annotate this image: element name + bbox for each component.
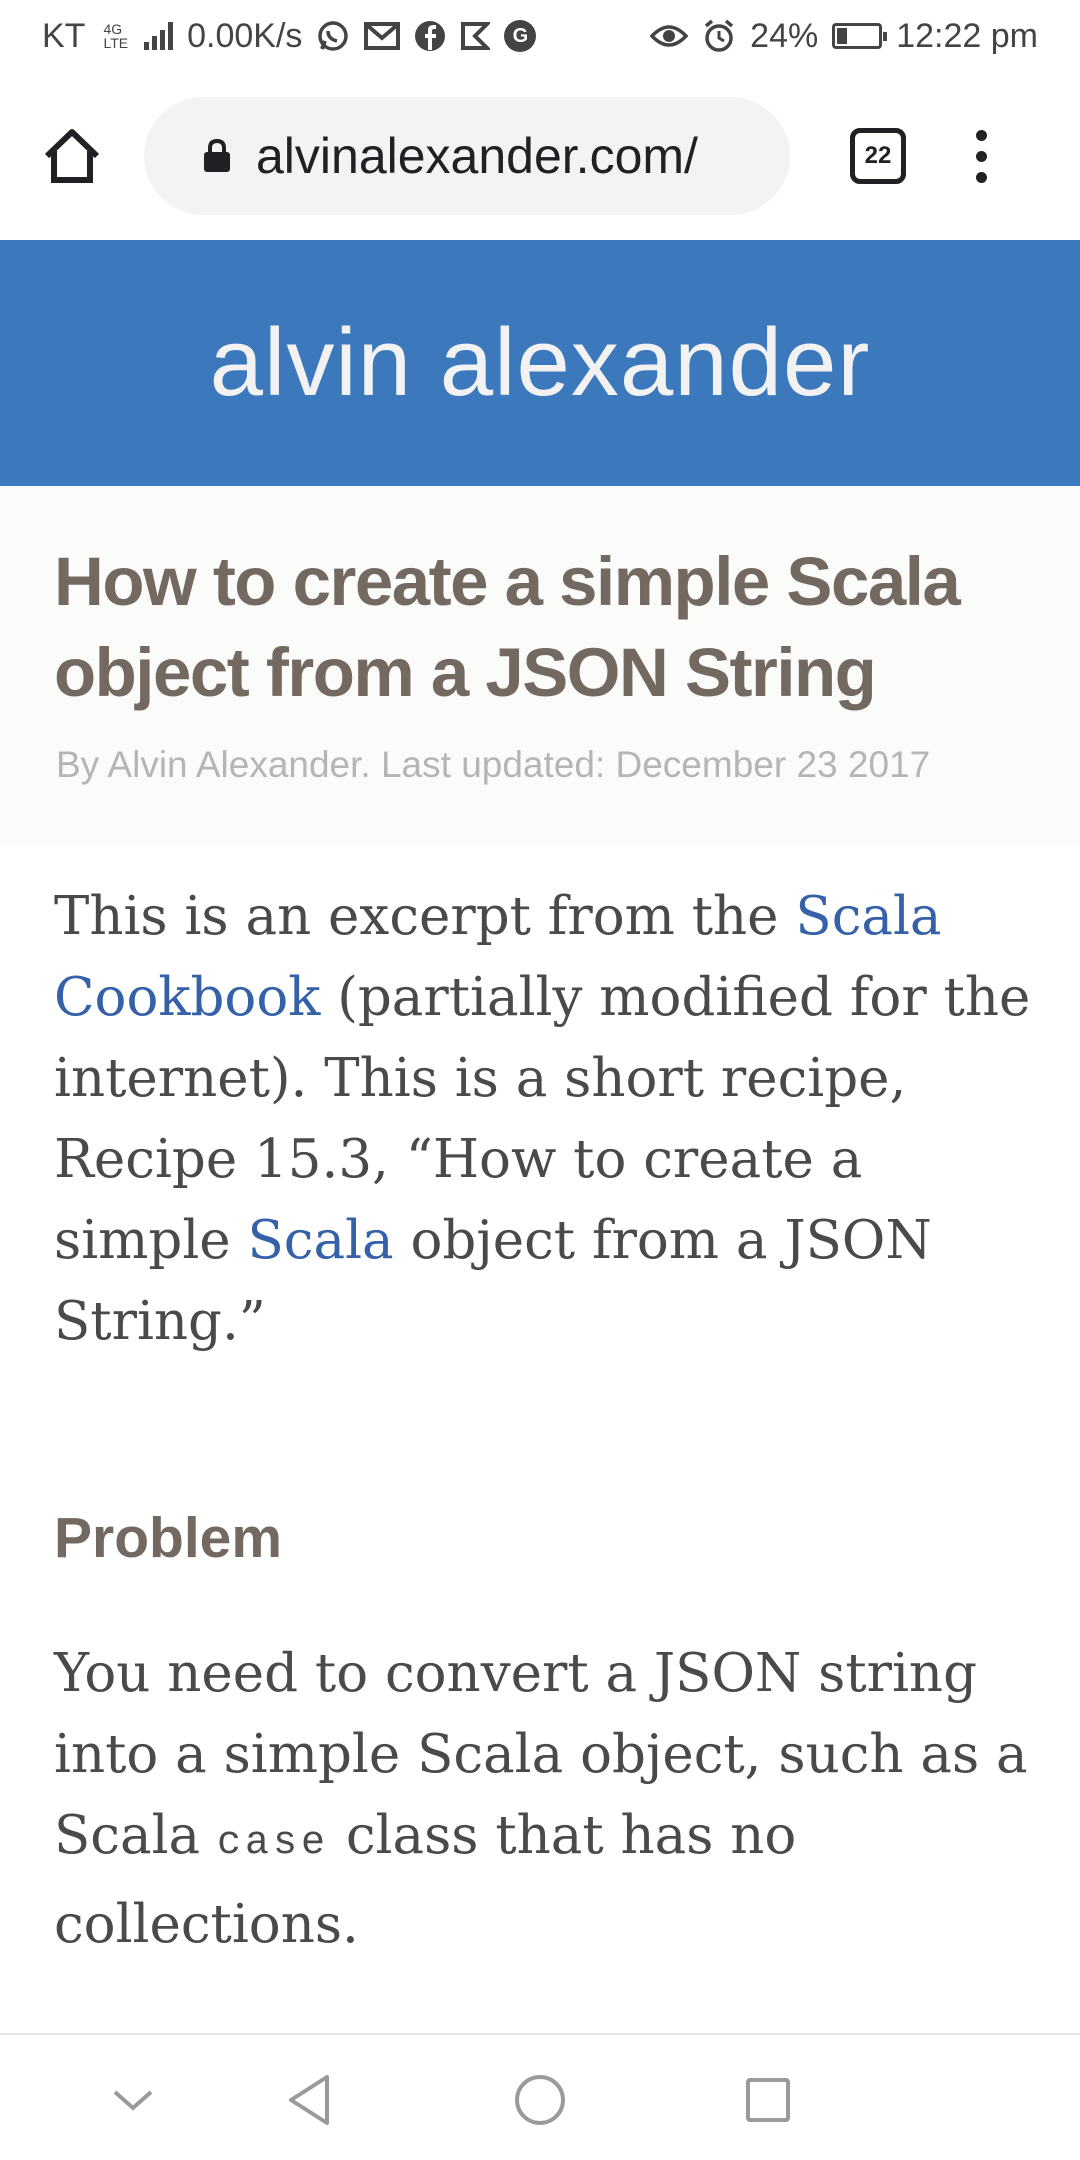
recents-square-icon	[746, 2078, 790, 2122]
inline-code: case	[217, 1821, 330, 1866]
chevron-down-icon	[113, 2090, 153, 2111]
back-triangle-icon	[289, 2075, 329, 2125]
status-bar-left: KT 4G LTE 0.00K/s G	[42, 16, 537, 56]
whatsapp-icon	[316, 19, 350, 53]
url-text: alvinalexander.com/	[256, 128, 698, 184]
menu-dot	[975, 171, 987, 183]
menu-dot	[975, 129, 987, 141]
site-header[interactable]: alvin alexander	[0, 240, 1080, 486]
alarm-icon	[702, 19, 736, 53]
battery-icon	[832, 23, 888, 49]
article-header: How to create a simple Scala object from…	[0, 486, 1080, 846]
carrier-label: KT	[42, 16, 86, 55]
tab-count: 22	[864, 142, 892, 169]
problem-heading: Problem	[54, 1506, 283, 1570]
lock-icon	[204, 138, 230, 172]
address-bar[interactable]: alvinalexander.com/	[144, 97, 790, 215]
network-speed: 0.00K/s	[187, 16, 303, 55]
facebook-icon	[414, 20, 446, 52]
scala-link[interactable]: Scala	[248, 1210, 394, 1271]
signal-icon	[144, 22, 174, 50]
g-icon: G	[504, 20, 537, 52]
system-nav-bar	[0, 2033, 1080, 2160]
battery-percent: 24%	[750, 16, 819, 55]
recents-button[interactable]	[733, 2065, 803, 2135]
site-title[interactable]: alvin alexander	[210, 308, 871, 418]
back-button[interactable]	[274, 2065, 344, 2135]
hide-nav-button[interactable]	[98, 2065, 168, 2135]
home-nav-button[interactable]	[505, 2065, 575, 2135]
eye-icon	[650, 22, 689, 50]
gmail-icon	[364, 21, 401, 51]
network-type-bottom: LTE	[103, 35, 129, 51]
article-byline: By Alvin Alexander. Last updated: Decemb…	[56, 744, 931, 785]
menu-dot	[975, 150, 987, 162]
home-button[interactable]	[30, 114, 114, 198]
overflow-menu-button[interactable]	[966, 116, 996, 196]
network-type: 4G LTE	[103, 22, 128, 50]
network-type-top: 4G	[103, 21, 123, 37]
article-title: How to create a simple Scala object from…	[54, 543, 961, 711]
intro-text-1: This is an excerpt from the	[54, 886, 796, 947]
home-icon	[44, 129, 100, 183]
status-bar: KT 4G LTE 0.00K/s G 24% 12:22 pm	[0, 0, 1080, 72]
problem-paragraph: You need to convert a JSON string into a…	[54, 1633, 1044, 1965]
browser-toolbar: alvinalexander.com/ 22	[0, 72, 1080, 240]
status-bar-right: 24% 12:22 pm	[650, 17, 1038, 56]
flipboard-icon	[460, 21, 491, 51]
tab-switcher-button[interactable]: 22	[850, 128, 906, 184]
clock-time: 12:22 pm	[896, 16, 1038, 55]
home-circle-icon	[515, 2075, 565, 2125]
intro-paragraph: This is an excerpt from the Scala Cookbo…	[54, 876, 1044, 1362]
